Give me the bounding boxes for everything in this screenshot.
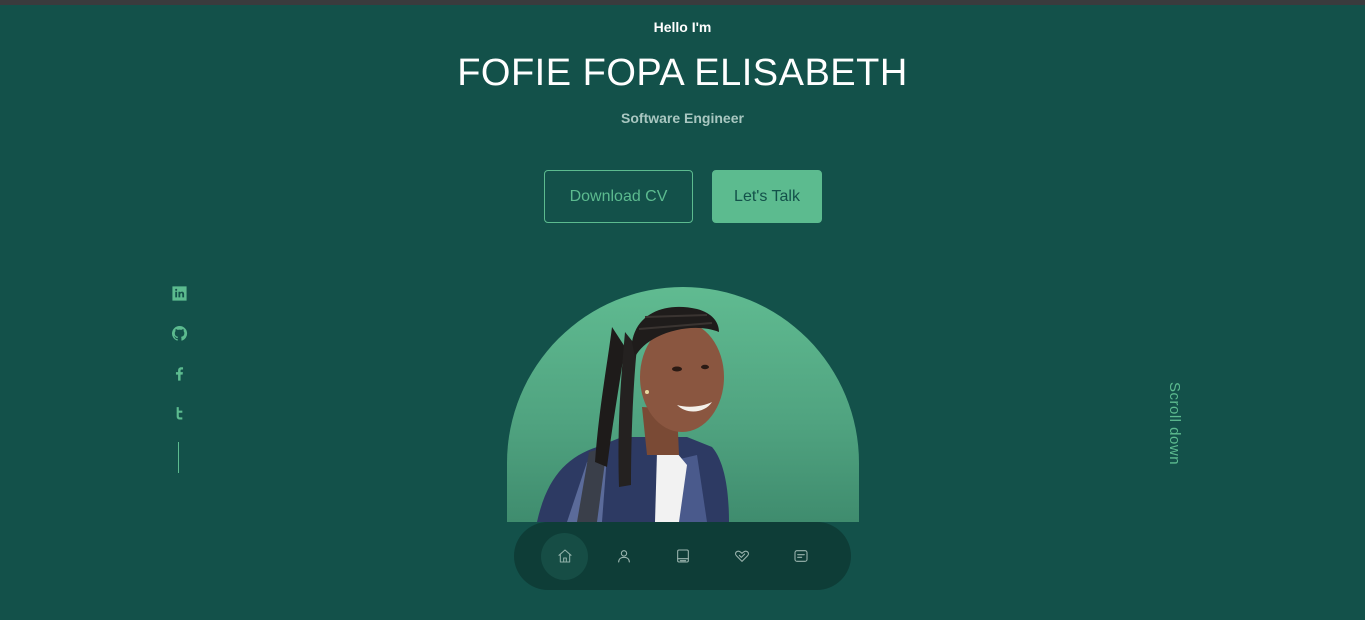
nav-about[interactable] (600, 533, 647, 580)
nav-contact[interactable] (777, 533, 824, 580)
twitter-icon[interactable] (169, 403, 189, 423)
browser-top-edge (0, 0, 1365, 5)
nav-services[interactable] (718, 533, 765, 580)
page-title: FOFIE FOPA ELISABETH (457, 52, 908, 94)
role-subtitle: Software Engineer (621, 110, 744, 126)
nav-experience[interactable] (659, 533, 706, 580)
social-divider-line (178, 442, 179, 473)
facebook-icon[interactable] (169, 363, 189, 383)
user-icon (617, 550, 630, 563)
linkedin-icon[interactable] (169, 283, 189, 303)
book-icon (676, 549, 689, 563)
portrait-illustration (537, 306, 729, 522)
download-cv-button[interactable]: Download CV (544, 170, 693, 223)
social-links (169, 283, 189, 443)
bottom-nav-bar (514, 522, 851, 590)
message-icon (793, 550, 808, 562)
profile-portrait (507, 287, 859, 522)
home-icon (557, 549, 572, 563)
scroll-down-link[interactable]: Scroll down (1166, 382, 1183, 465)
greeting-text: Hello I'm (653, 19, 712, 35)
github-icon[interactable] (169, 323, 189, 343)
lets-talk-button[interactable]: Let's Talk (712, 170, 822, 223)
handshake-icon (734, 550, 749, 562)
portfolio-page: Hello I'm FOFIE FOPA ELISABETH Software … (0, 0, 1365, 620)
nav-home[interactable] (541, 532, 588, 580)
